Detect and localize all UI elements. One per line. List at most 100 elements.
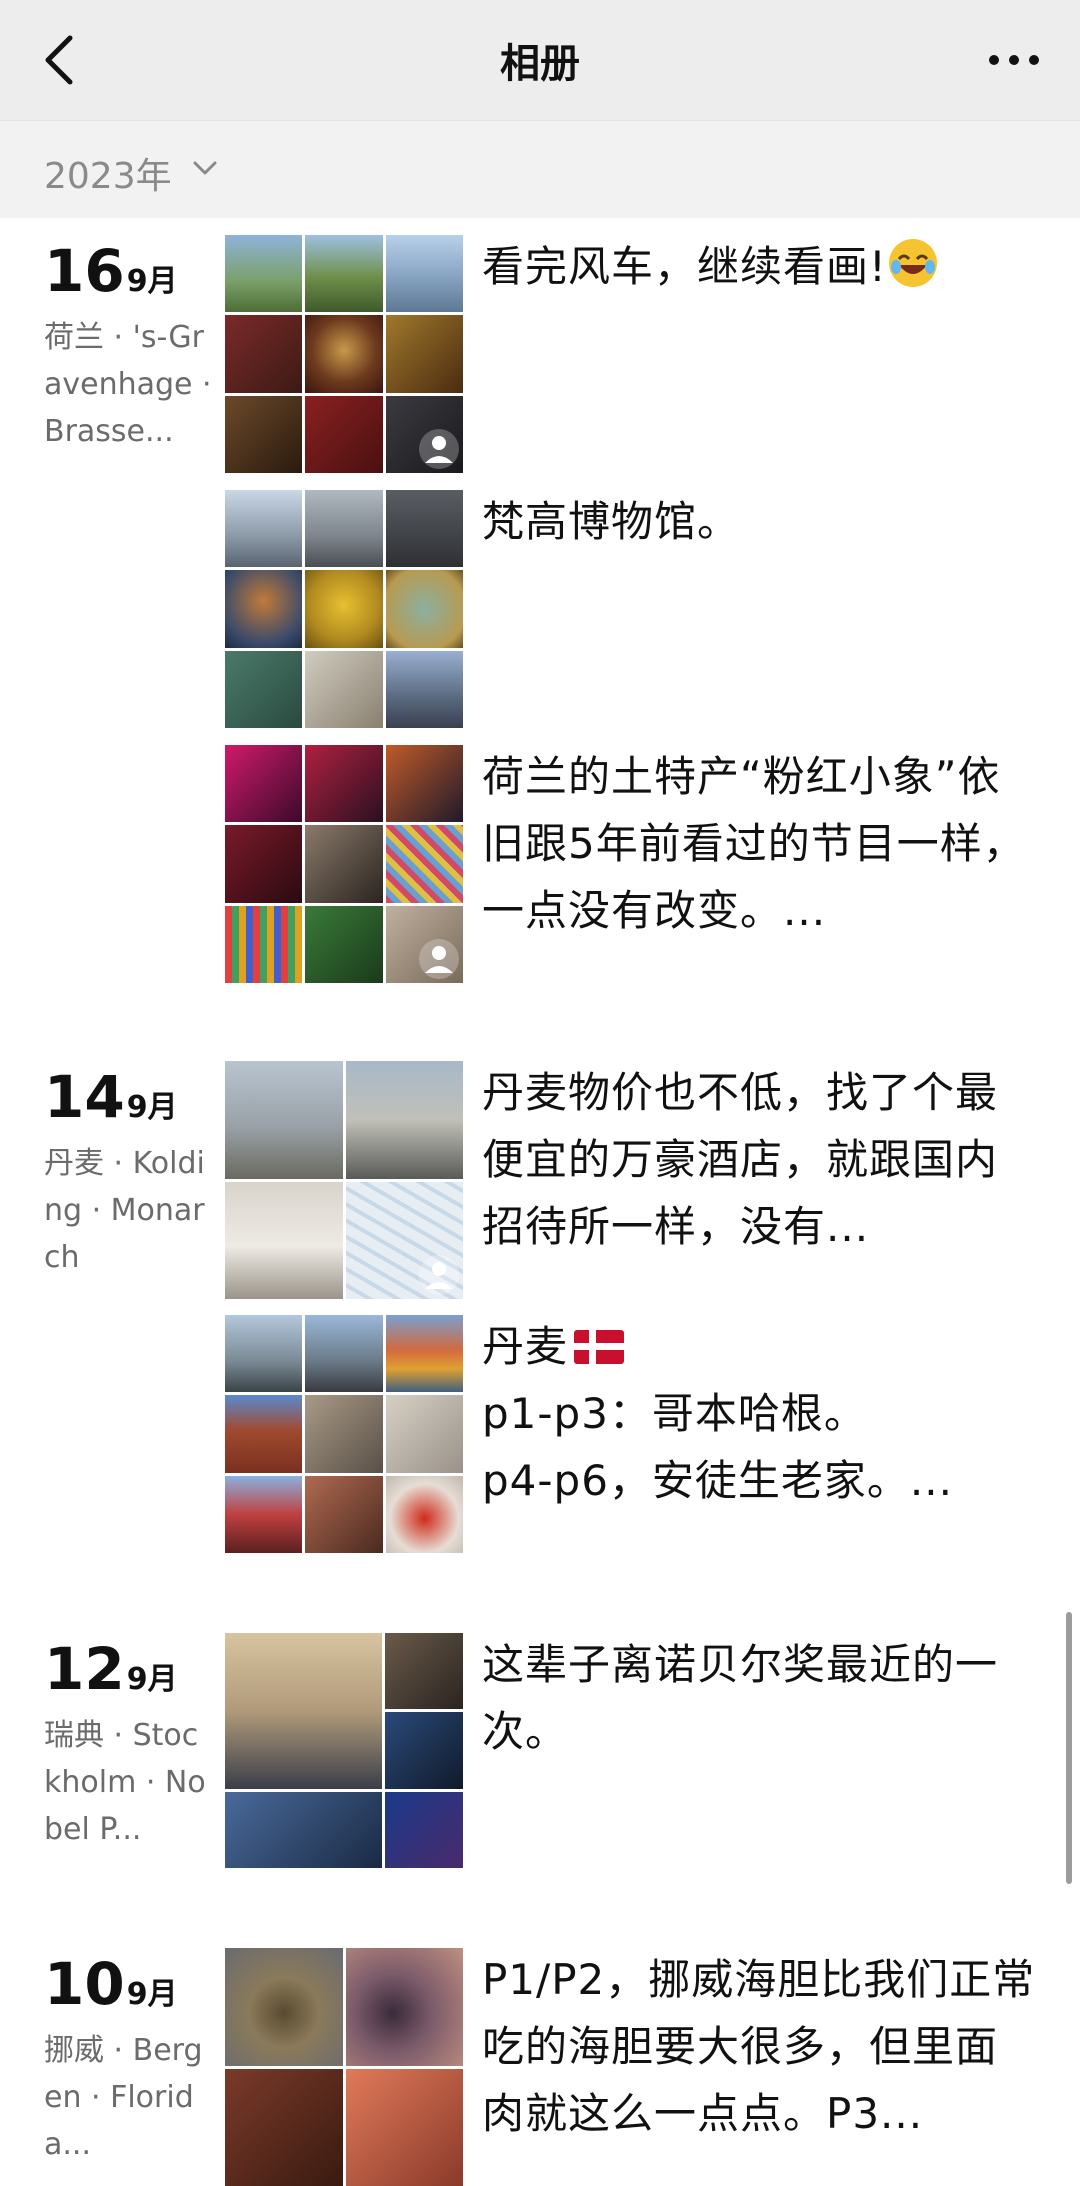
day-number: 16: [44, 237, 125, 305]
post-caption-text: 看完风车，继续看画!: [482, 242, 887, 291]
month-label: 9月: [127, 1090, 178, 1125]
photo-grid[interactable]: [225, 1061, 463, 1299]
post-item[interactable]: 丹麦 p1-p3：哥本哈根。 p4-p6，安徒生老家。...: [225, 1315, 1045, 1553]
photo-thumbnail[interactable]: [305, 745, 382, 822]
photo-thumbnail[interactable]: [305, 1315, 382, 1392]
photo-thumbnail[interactable]: [225, 2069, 343, 2186]
location-label[interactable]: 瑞典 · Stockholm · Nobel P...: [44, 1712, 214, 1853]
photo-thumbnail[interactable]: [305, 651, 382, 728]
date-label: 109月 挪威 · Bergen · Florida...: [44, 1955, 214, 2168]
photo-thumbnail[interactable]: [386, 745, 463, 822]
photo-thumbnail[interactable]: [225, 1792, 382, 1868]
post-item[interactable]: 丹麦物价也不低，找了个最便宜的万豪酒店，就跟国内招待所一样，没有...: [225, 1061, 1045, 1299]
post-caption[interactable]: 这辈子离诺贝尔奖最近的一次。: [482, 1631, 1037, 1765]
person-tag-icon: [419, 939, 459, 979]
photo-thumbnail[interactable]: [386, 490, 463, 567]
photo-thumbnail[interactable]: [346, 1061, 464, 1179]
day-number: 12: [44, 1635, 125, 1703]
post-caption-text: 丹麦: [482, 1322, 568, 1371]
post-item[interactable]: 这辈子离诺贝尔奖最近的一次。: [225, 1633, 1045, 1871]
photo-thumbnail[interactable]: [386, 235, 463, 312]
photo-thumbnail[interactable]: [225, 570, 302, 647]
day-number: 14: [44, 1063, 125, 1131]
photo-thumbnail[interactable]: [386, 825, 463, 902]
photo-thumbnail[interactable]: [385, 1633, 463, 1709]
photo-thumbnail[interactable]: [305, 315, 382, 392]
post-item[interactable]: 梵高博物馆。: [225, 490, 1045, 728]
laughing-face-emoji: [887, 237, 939, 289]
photo-thumbnail[interactable]: [225, 396, 302, 473]
photo-thumbnail[interactable]: [225, 1633, 382, 1789]
date-label: 129月 瑞典 · Stockholm · Nobel P...: [44, 1640, 214, 1853]
photo-thumbnail[interactable]: [305, 1395, 382, 1472]
date-label: 149月 丹麦 · Kolding · Monarch: [44, 1068, 214, 1281]
photo-thumbnail[interactable]: [386, 315, 463, 392]
photo-thumbnail[interactable]: [385, 1712, 463, 1788]
photo-grid[interactable]: [225, 745, 463, 983]
photo-thumbnail[interactable]: [386, 651, 463, 728]
photo-thumbnail[interactable]: [305, 1476, 382, 1553]
photo-thumbnail[interactable]: [225, 1476, 302, 1553]
photo-thumbnail[interactable]: [386, 1315, 463, 1392]
post-caption[interactable]: 丹麦物价也不低，找了个最便宜的万豪酒店，就跟国内招待所一样，没有...: [482, 1059, 1037, 1260]
photo-thumbnail[interactable]: [225, 1182, 343, 1300]
post-caption[interactable]: P1/P2，挪威海胆比我们正常吃的海胆要大很多，但里面肉就这么一点点。P3...: [482, 1946, 1037, 2147]
photo-thumbnail[interactable]: [225, 825, 302, 902]
photo-grid[interactable]: [225, 1315, 463, 1553]
photo-thumbnail[interactable]: [346, 1182, 464, 1300]
photo-thumbnail[interactable]: [225, 490, 302, 567]
photo-thumbnail[interactable]: [386, 570, 463, 647]
photo-thumbnail[interactable]: [346, 1948, 464, 2066]
post-caption[interactable]: 看完风车，继续看画!: [482, 233, 1037, 300]
photo-thumbnail[interactable]: [225, 1948, 343, 2066]
post-item[interactable]: P1/P2，挪威海胆比我们正常吃的海胆要大很多，但里面肉就这么一点点。P3...: [225, 1948, 1045, 2186]
location-label[interactable]: 挪威 · Bergen · Florida...: [44, 2027, 214, 2168]
year-filter-label[interactable]: 2023年: [44, 147, 172, 199]
photo-thumbnail[interactable]: [305, 570, 382, 647]
photo-thumbnail[interactable]: [386, 1395, 463, 1472]
photo-grid[interactable]: [225, 490, 463, 728]
photo-thumbnail[interactable]: [305, 490, 382, 567]
photo-thumbnail[interactable]: [305, 235, 382, 312]
post-caption-line: p1-p3：哥本哈根。: [482, 1380, 1037, 1447]
location-label[interactable]: 丹麦 · Kolding · Monarch: [44, 1140, 214, 1281]
photo-grid[interactable]: [225, 1948, 463, 2186]
month-label: 9月: [127, 264, 178, 299]
photo-thumbnail[interactable]: [386, 1476, 463, 1553]
photo-thumbnail[interactable]: [225, 1061, 343, 1179]
scrollbar[interactable]: [1066, 1612, 1072, 1884]
photo-thumbnail[interactable]: [225, 1315, 302, 1392]
person-tag-icon: [419, 1255, 459, 1295]
photo-thumbnail[interactable]: [385, 1792, 463, 1868]
photo-thumbnail[interactable]: [225, 235, 302, 312]
day-number: 10: [44, 1950, 125, 2018]
post-caption[interactable]: 梵高博物馆。: [482, 488, 1037, 555]
photo-thumbnail[interactable]: [305, 396, 382, 473]
photo-thumbnail[interactable]: [225, 315, 302, 392]
photo-thumbnail[interactable]: [305, 825, 382, 902]
photo-thumbnail[interactable]: [346, 2069, 464, 2186]
photo-grid[interactable]: [225, 235, 463, 473]
year-filter-bar[interactable]: 2023年: [0, 120, 1080, 218]
navbar: 相册: [0, 0, 1080, 120]
post-caption-line: p4-p6，安徒生老家。...: [482, 1447, 1037, 1514]
month-label: 9月: [127, 1662, 178, 1697]
more-icon[interactable]: [986, 46, 1042, 74]
photo-thumbnail[interactable]: [225, 906, 302, 983]
photo-grid[interactable]: [225, 1633, 463, 1871]
photo-thumbnail[interactable]: [225, 1395, 302, 1472]
date-label: 169月 荷兰 · 's-Gravenhage · Brasse...: [44, 242, 214, 455]
photo-thumbnail[interactable]: [225, 651, 302, 728]
photo-thumbnail[interactable]: [386, 396, 463, 473]
post-caption[interactable]: 荷兰的土特产“粉红小象”依旧跟5年前看过的节目一样，一点没有改变。...: [482, 743, 1037, 944]
photo-thumbnail[interactable]: [386, 906, 463, 983]
location-label[interactable]: 荷兰 · 's-Gravenhage · Brasse...: [44, 314, 214, 455]
page-title: 相册: [500, 31, 580, 89]
chevron-down-icon[interactable]: [192, 160, 218, 176]
post-caption[interactable]: 丹麦 p1-p3：哥本哈根。 p4-p6，安徒生老家。...: [482, 1313, 1037, 1514]
photo-thumbnail[interactable]: [225, 745, 302, 822]
photo-thumbnail[interactable]: [305, 906, 382, 983]
post-item[interactable]: 荷兰的土特产“粉红小象”依旧跟5年前看过的节目一样，一点没有改变。...: [225, 745, 1045, 983]
back-arrow-icon[interactable]: [40, 32, 80, 88]
post-item[interactable]: 看完风车，继续看画!: [225, 235, 1045, 473]
